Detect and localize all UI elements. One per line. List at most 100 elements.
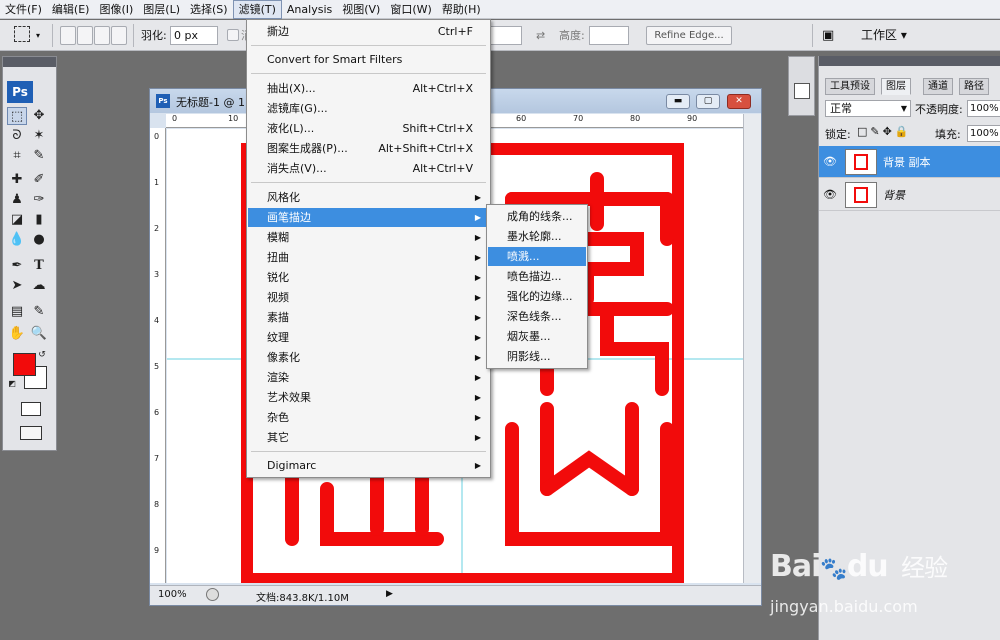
intersect-selection-icon[interactable] <box>111 26 127 45</box>
marquee-tool-icon[interactable]: ⬚ <box>7 107 27 125</box>
new-selection-icon[interactable] <box>60 26 76 45</box>
eyedropper-tool-icon[interactable]: ✎ <box>29 147 49 165</box>
opacity-input[interactable]: 100% <box>967 100 1000 117</box>
menu-item-video[interactable]: 视频 ▶ <box>248 288 489 307</box>
menu-analysis[interactable]: Analysis <box>282 0 337 19</box>
layer-row-background[interactable]: 👁 背景 <box>819 179 1000 211</box>
layer-row-background-copy[interactable]: 👁 背景 副本 <box>819 146 1000 178</box>
magic-wand-icon[interactable]: ✶ <box>29 127 49 145</box>
blend-mode-select[interactable]: 正常 ▼ <box>825 100 911 117</box>
eye-icon[interactable]: 👁 <box>823 155 837 168</box>
feather-input[interactable]: 0 px <box>170 26 218 45</box>
menu-image[interactable]: 图像(I) <box>94 0 138 19</box>
tab-paths[interactable]: 路径 <box>959 78 989 95</box>
zoom-level[interactable]: 100% <box>158 589 187 600</box>
menu-item-filter-gallery[interactable]: 滤镜库(G)... <box>248 99 489 118</box>
submenu-item-ink-outlines[interactable]: 墨水轮廓... <box>488 227 586 246</box>
submenu-item-accent-edges[interactable]: 强化的边缘... <box>488 287 586 306</box>
notes-tool-icon[interactable]: ▤ <box>7 303 27 321</box>
pen-tool-icon[interactable]: ✒ <box>7 257 27 275</box>
hand-tool-icon[interactable]: ✋ <box>7 325 27 343</box>
default-colors-icon[interactable]: ◩ <box>7 379 17 389</box>
type-tool-icon[interactable]: T <box>29 257 49 275</box>
bridge-icon[interactable]: ▣ <box>822 26 834 45</box>
workspace-button[interactable]: 工作区 ▾ <box>861 26 907 45</box>
menu-view[interactable]: 视图(V) <box>337 0 385 19</box>
move-tool-icon[interactable]: ✥ <box>29 107 49 125</box>
menu-item-convert-smart-filters[interactable]: Convert for Smart Filters <box>248 50 489 69</box>
add-selection-icon[interactable] <box>77 26 93 45</box>
menu-item-render[interactable]: 渲染 ▶ <box>248 368 489 387</box>
menu-item-other[interactable]: 其它 ▶ <box>248 428 489 447</box>
fill-input[interactable]: 100% <box>967 125 1000 142</box>
menu-filter[interactable]: 滤镜(T) <box>232 0 282 19</box>
toolbox-header[interactable] <box>3 57 56 67</box>
menu-item-sharpen[interactable]: 锐化 ▶ <box>248 268 489 287</box>
maximize-button[interactable]: ▢ <box>696 94 720 109</box>
vertical-scrollbar[interactable] <box>743 114 761 583</box>
foreground-color[interactable] <box>13 353 36 376</box>
eye-icon[interactable]: 👁 <box>823 188 837 201</box>
history-brush-icon[interactable]: ✑ <box>29 191 49 209</box>
brush-tool-icon[interactable]: ✐ <box>29 171 49 189</box>
menu-item-pattern-maker[interactable]: 图案生成器(P)... Alt+Shift+Ctrl+X <box>248 139 489 158</box>
marquee-tool-icon[interactable] <box>14 26 30 42</box>
menu-layer[interactable]: 图层(L) <box>138 0 185 19</box>
tab-tool-presets[interactable]: 工具预设 <box>825 78 875 95</box>
menu-select[interactable]: 选择(S) <box>185 0 233 19</box>
crop-tool-icon[interactable]: ⌗ <box>7 147 27 165</box>
path-selection-icon[interactable]: ➤ <box>7 277 27 295</box>
submenu-item-crosshatch[interactable]: 阴影线... <box>488 347 586 366</box>
zoom-icon[interactable] <box>206 588 219 601</box>
screen-mode-icon[interactable] <box>20 426 42 440</box>
menu-window[interactable]: 窗口(W) <box>385 0 436 19</box>
close-button[interactable]: ✕ <box>727 94 751 109</box>
menu-item-extract[interactable]: 抽出(X)... Alt+Ctrl+X <box>248 79 489 98</box>
menu-item-pixelate[interactable]: 像素化 ▶ <box>248 348 489 367</box>
tab-layers[interactable]: 图层 <box>881 78 911 95</box>
status-menu-arrow-icon[interactable]: ▶ <box>386 589 393 599</box>
zoom-tool-icon[interactable]: 🔍 <box>29 325 49 343</box>
blur-tool-icon[interactable]: 💧 <box>7 231 27 249</box>
dodge-tool-icon[interactable]: ● <box>29 231 49 249</box>
panel-header[interactable] <box>819 56 1000 66</box>
quick-mask-icon[interactable] <box>21 402 41 416</box>
minimize-button[interactable]: ▬ <box>666 94 690 109</box>
healing-brush-icon[interactable]: ✚ <box>7 171 27 189</box>
menu-item-last-filter[interactable]: 撕边 Ctrl+F <box>248 22 489 41</box>
navigator-panel-icon[interactable] <box>794 83 810 99</box>
tool-preset-dropdown-icon[interactable]: ▾ <box>36 26 40 45</box>
submenu-item-dark-strokes[interactable]: 深色线条... <box>488 307 586 326</box>
width-input[interactable] <box>490 26 522 45</box>
submenu-item-spatter[interactable]: 喷溅... <box>488 247 586 266</box>
menu-item-noise[interactable]: 杂色 ▶ <box>248 408 489 427</box>
gradient-tool-icon[interactable]: ▮ <box>29 211 49 229</box>
lock-options-icon[interactable]: □✎✥🔒 <box>857 125 912 138</box>
shape-tool-icon[interactable]: ☁ <box>29 277 49 295</box>
tab-channels[interactable]: 通道 <box>923 78 953 95</box>
menu-item-brush-strokes[interactable]: 画笔描边 ▶ <box>248 208 489 227</box>
clone-stamp-icon[interactable]: ♟ <box>7 191 27 209</box>
swap-colors-icon[interactable]: ↺ <box>35 349 49 361</box>
swap-icon[interactable]: ⇄ <box>536 26 545 45</box>
submenu-item-sprayed-strokes[interactable]: 喷色描边... <box>488 267 586 286</box>
menu-item-digimarc[interactable]: Digimarc ▶ <box>248 456 489 475</box>
submenu-item-sumi-e[interactable]: 烟灰墨... <box>488 327 586 346</box>
menu-item-texture[interactable]: 纹理 ▶ <box>248 328 489 347</box>
menu-item-vanishing-point[interactable]: 消失点(V)... Alt+Ctrl+V <box>248 159 489 178</box>
antialias-checkbox[interactable] <box>227 29 239 41</box>
eyedropper-icon[interactable]: ✎ <box>29 303 49 321</box>
menu-item-artistic[interactable]: 艺术效果 ▶ <box>248 388 489 407</box>
lasso-tool-icon[interactable]: ᘐ <box>7 127 27 145</box>
subtract-selection-icon[interactable] <box>94 26 110 45</box>
menu-help[interactable]: 帮助(H) <box>437 0 486 19</box>
menu-item-blur[interactable]: 模糊 ▶ <box>248 228 489 247</box>
menu-item-liquify[interactable]: 液化(L)... Shift+Ctrl+X <box>248 119 489 138</box>
menu-item-stylize[interactable]: 风格化 ▶ <box>248 188 489 207</box>
menu-item-distort[interactable]: 扭曲 ▶ <box>248 248 489 267</box>
submenu-item-accented-edges[interactable]: 成角的线条... <box>488 207 586 226</box>
refine-edge-button[interactable]: Refine Edge... <box>646 26 732 45</box>
menu-file[interactable]: 文件(F) <box>0 0 47 19</box>
menu-edit[interactable]: 编辑(E) <box>47 0 95 19</box>
height-input[interactable] <box>589 26 629 45</box>
